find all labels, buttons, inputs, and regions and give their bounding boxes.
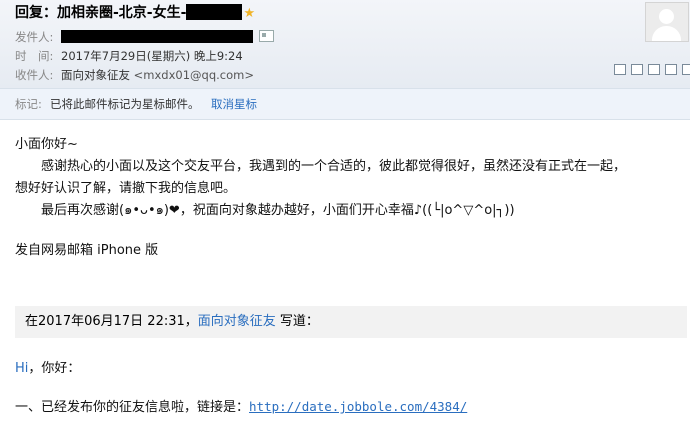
recipient-row: 收件人: 面向对象征友 <mxdx01@qq.com> — [15, 66, 254, 84]
download-icon[interactable] — [648, 64, 660, 75]
flag-message: 已将此邮件标记为星标邮件。 — [50, 97, 200, 111]
reply-line1: 一、已经发布你的征友信息啦，链接是：http://date.jobbole.co… — [15, 396, 467, 419]
avatar-head — [659, 9, 674, 24]
time-label: 时 间: — [15, 49, 54, 63]
mail-subject: 回复：加相亲圈-北京-女生- ★ — [15, 3, 255, 23]
vcard-icon[interactable] — [259, 30, 274, 42]
time-row: 时 间: 2017年7月29日(星期六) 晚上9:24 — [15, 47, 243, 65]
signature: 发自网易邮箱 iPhone 版 — [15, 243, 159, 258]
flag-label: 标记: — [15, 97, 42, 111]
reply-line1-text: 一、已经发布你的征友信息啦，链接是： — [15, 400, 250, 415]
mail-header: 回复：加相亲圈-北京-女生- ★ 发件人: 时 间: 2017年7月29日(星期六)… — [0, 0, 690, 88]
para1-line1: 感谢热心的小面以及这个交友平台，我遇到的一个合适的，彼此都觉得很好，虽然还没有正… — [15, 159, 627, 174]
quote-suffix: 写道： — [275, 314, 319, 329]
redacted-sender — [61, 30, 253, 43]
avatar-placeholder — [645, 2, 689, 42]
header-toolbar — [614, 64, 690, 75]
expand-icon[interactable] — [682, 64, 690, 75]
subject-text: 回复：加相亲圈-北京-女生- — [15, 5, 187, 21]
quote-prefix: 在2017年06月17日 22:31， — [25, 314, 198, 329]
unstar-link[interactable]: 取消星标 — [211, 89, 257, 119]
new-window-icon[interactable] — [614, 64, 626, 75]
star-icon[interactable]: ★ — [243, 6, 255, 21]
time-value: 2017年7月29日(星期六) 晚上9:24 — [61, 49, 243, 63]
reply-hi: Hi — [15, 361, 29, 376]
para2: 最后再次感谢(๑•ᴗ•๑)❤，祝面向对象越办越好，小面们开心幸福♪((└|o^▽… — [15, 203, 515, 218]
recipient-label: 收件人: — [15, 68, 54, 82]
quote-header: 在2017年06月17日 22:31，面向对象征友 写道： — [15, 306, 687, 338]
reply-hi-rest: ，你好： — [28, 361, 81, 376]
reply-greeting: Hi，你好： — [15, 358, 80, 380]
greeting: 小面你好~ — [15, 137, 78, 152]
recipient-name[interactable]: 面向对象征友 — [61, 68, 130, 82]
sender-label: 发件人: — [15, 30, 54, 44]
more-icon[interactable] — [665, 64, 677, 75]
avatar-body — [652, 26, 681, 41]
sender-row: 发件人: — [15, 28, 274, 46]
jobbole-link[interactable]: http://date.jobbole.com/4384/ — [249, 399, 467, 414]
quote-author[interactable]: 面向对象征友 — [198, 314, 276, 329]
para1-line2: 想好好认识了解，请撤下我的信息吧。 — [15, 181, 237, 196]
redacted-bar — [186, 4, 243, 20]
flag-bar: 标记: 已将此邮件标记为星标邮件。 取消星标 — [0, 88, 690, 120]
recipient-email[interactable]: <mxdx01@qq.com> — [134, 68, 254, 82]
print-icon[interactable] — [631, 64, 643, 75]
